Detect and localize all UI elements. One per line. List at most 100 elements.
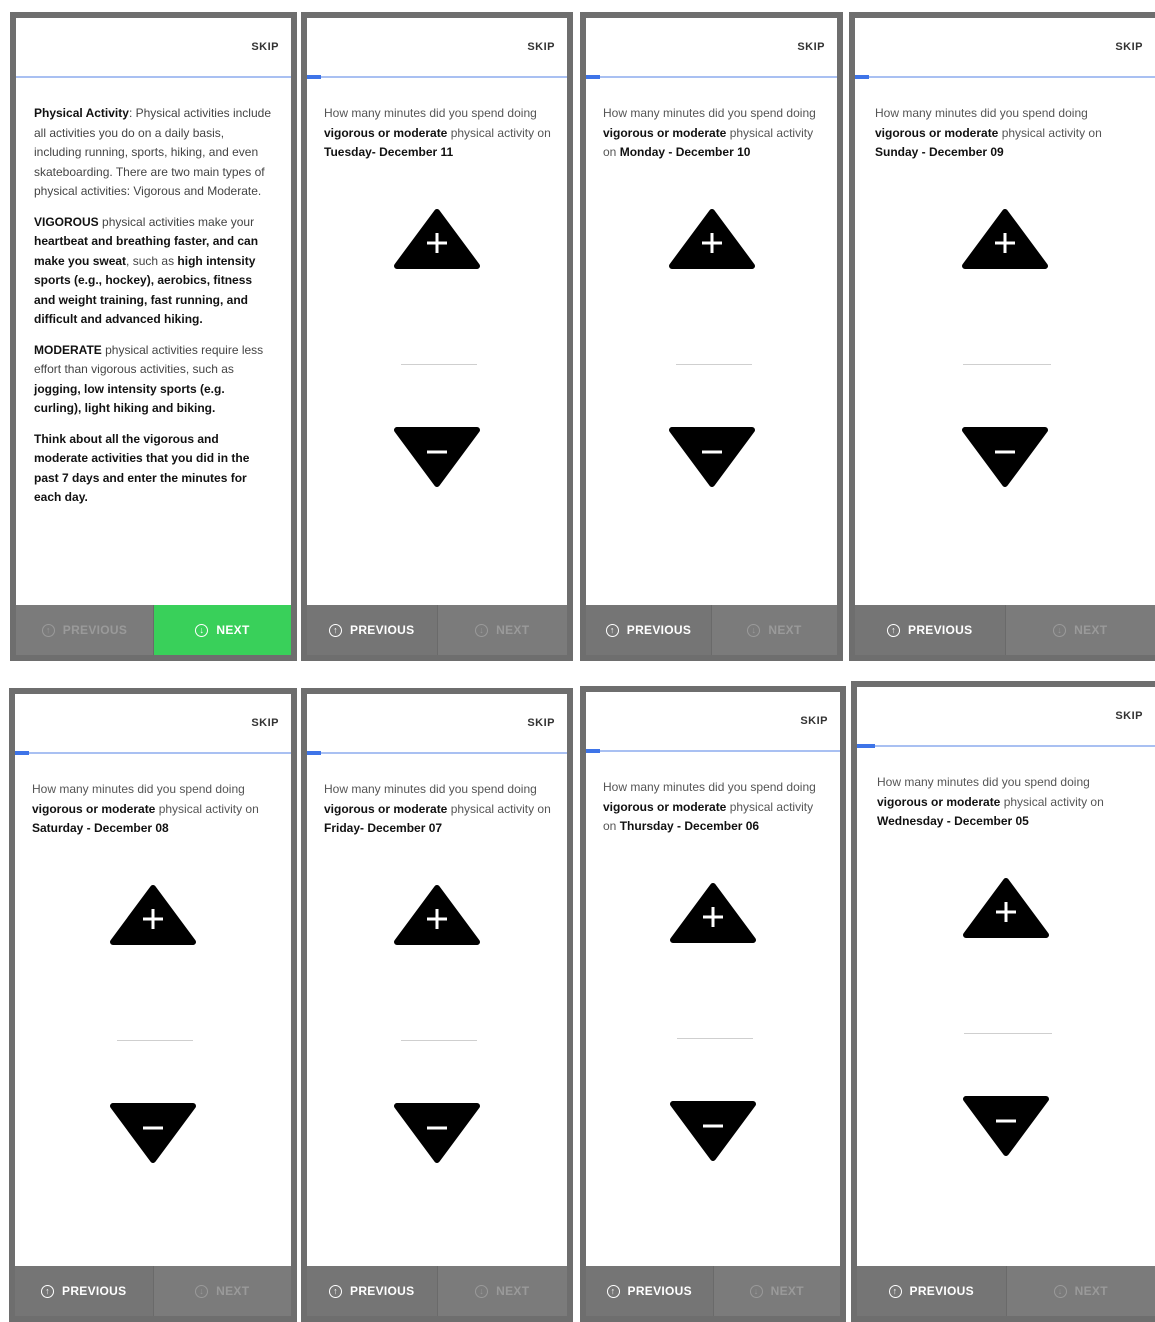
minutes-input[interactable] <box>675 346 752 365</box>
minus-triangle-icon <box>963 1096 1049 1156</box>
intro-paragraph: Physical Activity: Physical activities i… <box>34 104 273 202</box>
arrow-down-circle-icon: ↓ <box>475 1284 489 1298</box>
day-screen: SKIP How many minutes did you spend doin… <box>301 688 573 1322</box>
question-prefix: How many minutes did you spend doing <box>875 106 1088 120</box>
increment-button[interactable] <box>668 208 756 270</box>
increment-button[interactable] <box>958 877 1054 939</box>
next-button[interactable]: ↓ NEXT <box>713 1266 840 1316</box>
previous-button[interactable]: ↑ PREVIOUS <box>307 1266 438 1316</box>
decrement-button[interactable] <box>958 1095 1054 1157</box>
question-prefix: How many minutes did you spend doing <box>324 782 537 796</box>
skip-button[interactable]: SKIP <box>797 41 825 53</box>
question-date: Thursday - December 06 <box>619 819 760 833</box>
decrement-button[interactable] <box>957 426 1053 488</box>
progress-track <box>307 76 567 78</box>
next-button[interactable]: ↓ NEXT <box>154 605 291 655</box>
previous-button[interactable]: ↑ PREVIOUS <box>857 1266 1007 1316</box>
previous-button[interactable]: ↑ PREVIOUS <box>855 605 1006 655</box>
skip-button[interactable]: SKIP <box>251 41 279 53</box>
plus-triangle-icon <box>962 209 1048 269</box>
minutes-input[interactable] <box>964 1015 1052 1034</box>
progress-track <box>586 76 837 78</box>
minus-triangle-icon <box>394 1103 480 1163</box>
screen-body: SKIP How many minutes did you spend doin… <box>857 687 1155 1316</box>
minutes-input[interactable] <box>117 1022 193 1041</box>
next-label: NEXT <box>770 1284 804 1298</box>
decrement-button[interactable] <box>669 1100 757 1162</box>
next-button[interactable]: ↓ NEXT <box>712 605 837 655</box>
arrow-up-circle-icon: ↑ <box>329 623 343 637</box>
previous-button[interactable]: ↑ PREVIOUS <box>586 605 712 655</box>
decrement-button[interactable] <box>393 1102 481 1164</box>
previous-label: PREVIOUS <box>626 623 692 637</box>
screen-body: SKIP How many minutes did you spend doin… <box>855 18 1155 655</box>
minus-triangle-icon <box>668 427 755 487</box>
arrow-down-circle-icon: ↓ <box>195 623 209 637</box>
increment-button[interactable] <box>669 882 757 944</box>
next-button[interactable]: ↓ NEXT <box>153 1266 291 1316</box>
moderate-term: MODERATE <box>34 342 102 357</box>
minutes-input[interactable] <box>401 346 477 365</box>
instruction-paragraph: Think about all the vigorous and moderat… <box>34 430 273 508</box>
minutes-input[interactable] <box>677 1020 753 1039</box>
screen-body: SKIP How many minutes did you spend doin… <box>307 694 567 1316</box>
arrow-down-circle-icon: ↓ <box>1053 1284 1067 1298</box>
plus-triangle-icon <box>670 883 756 943</box>
question-date: Sunday - December 09 <box>875 145 1004 159</box>
progress-fill <box>307 751 321 755</box>
increment-button[interactable] <box>109 884 197 946</box>
previous-button[interactable]: ↑ PREVIOUS <box>586 1266 714 1316</box>
previous-button[interactable]: ↑ PREVIOUS <box>16 605 154 655</box>
decrement-button[interactable] <box>109 1102 197 1164</box>
arrow-up-circle-icon: ↑ <box>887 623 901 637</box>
question-prefix: How many minutes did you spend doing <box>32 782 245 796</box>
decrement-button[interactable] <box>393 426 481 488</box>
next-label: NEXT <box>496 623 530 637</box>
day-screen: SKIP How many minutes did you spend doin… <box>9 688 297 1322</box>
question-date: Saturday - December 08 <box>32 821 169 835</box>
minutes-input[interactable] <box>401 1022 477 1041</box>
arrow-up-circle-icon: ↑ <box>888 1284 902 1298</box>
skip-button[interactable]: SKIP <box>527 41 555 53</box>
skip-button[interactable]: SKIP <box>1115 41 1143 53</box>
skip-button[interactable]: SKIP <box>527 717 555 729</box>
previous-label: PREVIOUS <box>908 623 973 637</box>
arrow-up-circle-icon: ↑ <box>41 623 55 637</box>
minus-triangle-icon <box>962 427 1048 487</box>
previous-label: PREVIOUS <box>62 623 128 637</box>
question-date: Monday - December 10 <box>619 145 751 159</box>
increment-button[interactable] <box>393 884 481 946</box>
screen-body: SKIP How many minutes did you spend doin… <box>307 18 567 655</box>
next-button[interactable]: ↓ NEXT <box>1005 605 1155 655</box>
skip-button[interactable]: SKIP <box>800 715 828 727</box>
next-button[interactable]: ↓ NEXT <box>437 1266 567 1316</box>
footer-nav: ↑ PREVIOUS ↓ NEXT <box>16 605 291 655</box>
skip-button[interactable]: SKIP <box>251 717 279 729</box>
increment-button[interactable] <box>393 208 481 270</box>
screen-body: SKIP Physical Activity: Physical activit… <box>16 18 291 655</box>
next-button[interactable]: ↓ NEXT <box>437 605 567 655</box>
arrow-down-circle-icon: ↓ <box>195 1284 209 1298</box>
question-emphasis: vigorous or moderate <box>603 799 727 814</box>
vigorous-body: physical activities make your <box>98 214 255 229</box>
skip-button[interactable]: SKIP <box>1115 710 1143 722</box>
progress-track <box>16 76 291 78</box>
next-label: NEXT <box>496 1284 530 1298</box>
next-label: NEXT <box>1074 623 1108 637</box>
arrow-up-circle-icon: ↑ <box>606 1284 620 1298</box>
next-button[interactable]: ↓ NEXT <box>1006 1266 1155 1316</box>
decrement-button[interactable] <box>668 426 756 488</box>
intro-screen: SKIP Physical Activity: Physical activit… <box>10 12 297 661</box>
previous-button[interactable]: ↑ PREVIOUS <box>307 605 438 655</box>
vigorous-body: , such as <box>126 253 178 268</box>
question-text: How many minutes did you spend doing vig… <box>324 104 553 163</box>
screen-body: SKIP How many minutes did you spend doin… <box>586 692 840 1316</box>
minutes-input[interactable] <box>963 346 1051 365</box>
increment-button[interactable] <box>957 208 1053 270</box>
footer-nav: ↑ PREVIOUS ↓ NEXT <box>307 1266 567 1316</box>
progress-fill <box>586 749 600 753</box>
previous-button[interactable]: ↑ PREVIOUS <box>15 1266 154 1316</box>
question-suffix: physical activity on <box>450 801 551 816</box>
footer-nav: ↑ PREVIOUS ↓ NEXT <box>307 605 567 655</box>
question-text: How many minutes did you spend doing vig… <box>603 104 823 163</box>
